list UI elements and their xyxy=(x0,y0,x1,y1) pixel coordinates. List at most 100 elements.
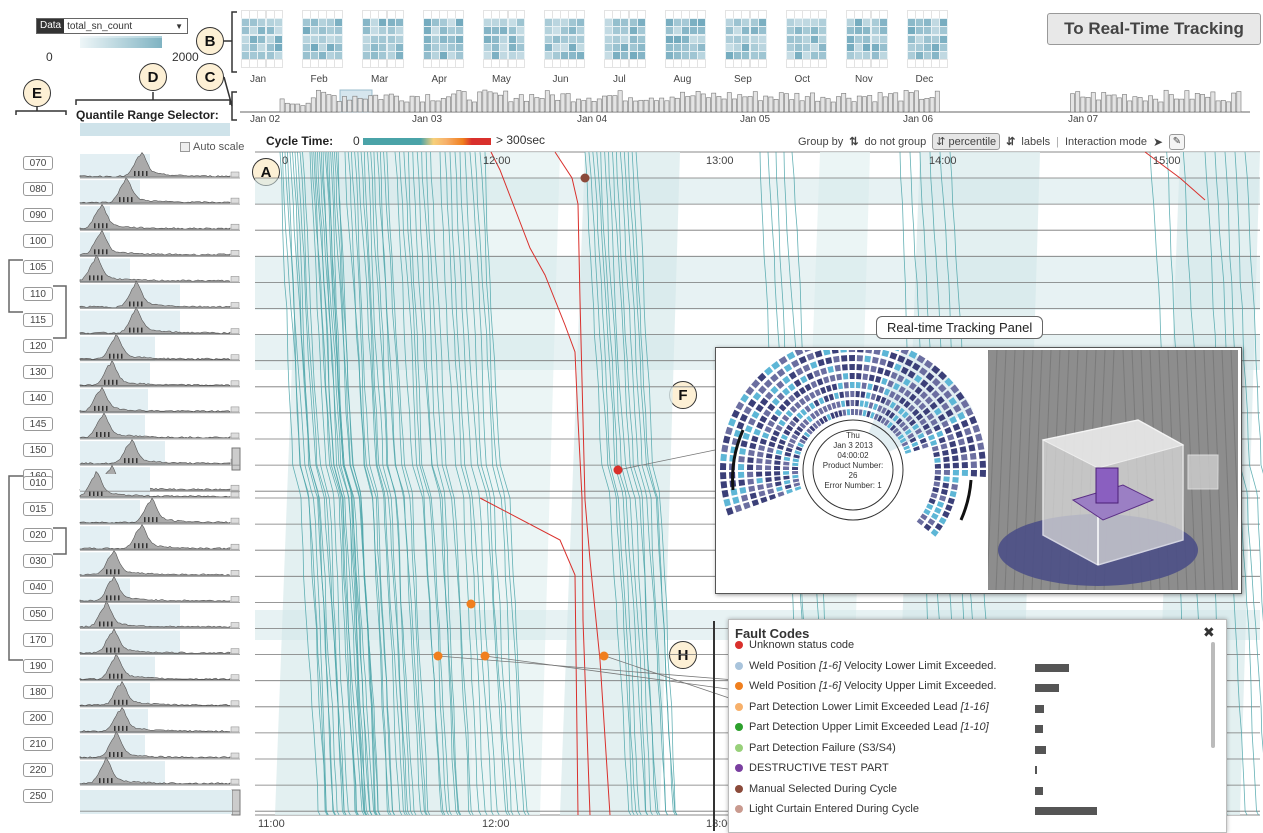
fault-code-label: Manual Selected During Cycle xyxy=(749,783,897,795)
fault-code-item[interactable]: Part Detection Lower Limit Exceeded Lead… xyxy=(735,701,989,713)
time-label-bottom: 11:00 xyxy=(258,818,285,830)
fault-code-item[interactable]: Unknown status code xyxy=(735,639,854,651)
radial-cycle-cell xyxy=(943,470,950,476)
fault-code-item[interactable]: Light Curtain Entered During Cycle xyxy=(735,803,919,815)
radial-cycle-cell xyxy=(747,464,754,470)
event-dot xyxy=(480,651,490,661)
radial-cycle-cell xyxy=(856,364,863,371)
station-label[interactable]: 105 xyxy=(23,260,53,275)
quartile-tick xyxy=(142,171,144,176)
fault-code-item[interactable]: Weld Position [1-6] Velocity Upper Limit… xyxy=(735,680,996,692)
quartile-tick xyxy=(117,353,119,359)
radial-cycle-cell xyxy=(845,400,850,407)
radial-cycle-cell xyxy=(840,355,848,362)
quartile-tick xyxy=(107,621,109,627)
station-label[interactable]: 020 xyxy=(23,528,53,543)
fault-code-item[interactable]: Part Detection Upper Limit Exceeded Lead… xyxy=(735,721,989,733)
station-label[interactable]: 130 xyxy=(23,364,53,379)
station-label[interactable]: 145 xyxy=(23,417,53,431)
fault-code-item[interactable]: Part Detection Failure (S3/S4) xyxy=(735,742,896,754)
radial-product: Product Number: 26 xyxy=(822,461,884,480)
radial-cycle-cell xyxy=(863,364,870,372)
overflow-indicator xyxy=(230,596,240,602)
quartile-tick xyxy=(109,752,111,757)
fault-code-label: DESTRUCTIVE TEST PART xyxy=(749,762,889,774)
fault-code-item[interactable]: Manual Selected During Cycle xyxy=(735,783,897,795)
quartile-tick xyxy=(123,197,125,203)
quartile-tick xyxy=(102,405,104,411)
close-icon[interactable]: ✖ xyxy=(1203,624,1215,641)
quartile-tick xyxy=(146,543,148,549)
radial-cycle-cell xyxy=(792,470,799,475)
station-label[interactable]: 010 xyxy=(23,476,53,490)
quartile-tick xyxy=(94,405,96,411)
station-label[interactable]: 150 xyxy=(23,443,53,458)
quartile-tick xyxy=(114,725,116,731)
fault-code-item[interactable]: Weld Position [1-6] Velocity Lower Limit… xyxy=(735,660,996,672)
radial-cycle-cell xyxy=(739,487,747,494)
radial-cycle-cell xyxy=(856,373,862,380)
quartile-tick xyxy=(106,569,108,575)
fault-count-bar xyxy=(1035,766,1037,774)
overflow-indicator xyxy=(230,570,240,576)
radial-time: 04:00:02 xyxy=(837,451,869,460)
quartile-tick xyxy=(134,171,136,176)
station-label[interactable]: 040 xyxy=(23,580,53,595)
overflow-indicator xyxy=(230,726,240,733)
radial-cycle-cell xyxy=(849,373,855,380)
quartile-tick xyxy=(137,301,139,307)
quartile-tick xyxy=(113,673,115,679)
station-label[interactable]: 210 xyxy=(23,737,53,751)
station-label[interactable]: 050 xyxy=(23,606,53,621)
radial-cycle-cell xyxy=(850,409,855,416)
quartile-tick xyxy=(96,432,98,437)
station-label[interactable]: 110 xyxy=(23,286,53,301)
station-label[interactable]: 100 xyxy=(23,234,53,249)
radial-cycle-cell xyxy=(738,463,745,470)
radial-cycle-cell xyxy=(970,470,977,477)
3d-machine-view[interactable] xyxy=(988,350,1238,590)
station-label[interactable]: 080 xyxy=(23,182,53,197)
fault-text: Manual Selected During Cycle xyxy=(749,782,897,795)
station-label[interactable]: 070 xyxy=(23,156,53,170)
quartile-tick xyxy=(133,301,135,307)
station-label[interactable]: 170 xyxy=(23,632,53,647)
radial-cycle-cell xyxy=(721,444,729,453)
fault-scrollbar[interactable] xyxy=(1211,642,1215,748)
quartile-tick xyxy=(102,223,104,229)
quartile-tick xyxy=(136,458,138,464)
radial-cycle-cell xyxy=(774,471,781,476)
event-dot xyxy=(433,651,443,661)
fault-count-bar xyxy=(1035,684,1059,692)
station-label[interactable]: 180 xyxy=(23,684,53,699)
station-label[interactable]: 200 xyxy=(23,710,53,725)
radial-cycle-cell xyxy=(934,457,941,463)
quartile-tick xyxy=(100,432,102,437)
station-label[interactable]: 090 xyxy=(23,208,53,223)
station-label[interactable]: 190 xyxy=(23,658,53,673)
control-box xyxy=(1187,454,1219,490)
overflow-indicator xyxy=(230,328,240,334)
radial-cycle-cell xyxy=(783,471,790,475)
radial-cycle-cell xyxy=(850,400,855,407)
radial-cycle-cell xyxy=(747,457,754,464)
quartile-tick xyxy=(94,249,96,255)
station-label[interactable]: 015 xyxy=(23,502,53,517)
quartile-tick xyxy=(133,327,135,333)
fault-code-item[interactable]: DESTRUCTIVE TEST PART xyxy=(735,762,889,774)
quartile-tick xyxy=(122,725,124,731)
fault-code-label: Part Detection Upper Limit Exceeded Lead… xyxy=(749,721,989,733)
station-label[interactable]: 250 xyxy=(23,789,53,804)
station-label[interactable]: 220 xyxy=(23,763,53,778)
quartile-tick xyxy=(116,379,118,385)
station-label[interactable]: 140 xyxy=(23,390,53,405)
quartile-tick xyxy=(131,197,133,203)
quartile-tick xyxy=(97,275,99,281)
station-label[interactable]: 030 xyxy=(23,554,53,569)
overflow-indicator xyxy=(230,354,240,360)
station-label[interactable]: 115 xyxy=(23,312,53,327)
station-label[interactable]: 120 xyxy=(23,338,53,353)
fault-text: Velocity Lower Limit Exceeded. xyxy=(841,659,997,672)
radial-cycle-cell xyxy=(834,364,841,372)
fault-color-dot xyxy=(735,805,743,813)
